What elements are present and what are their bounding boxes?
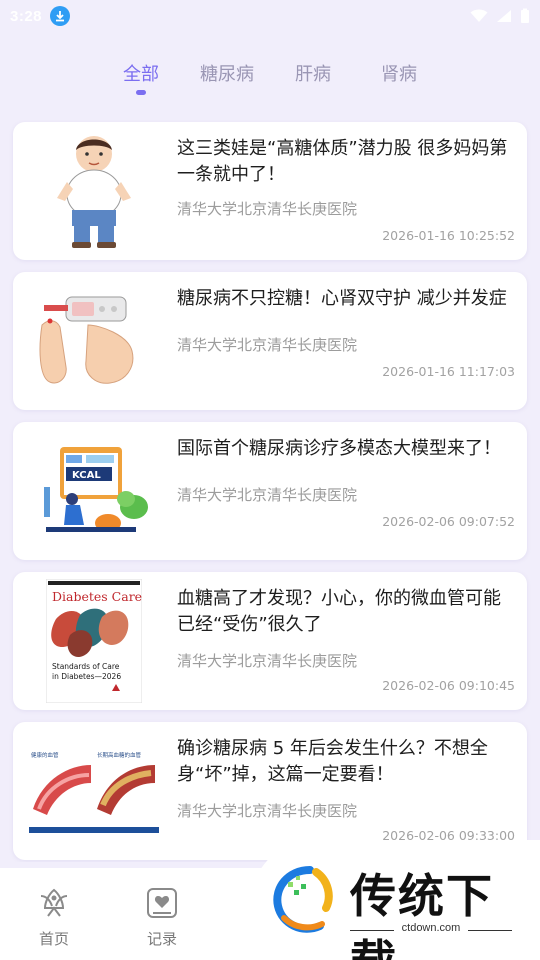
article-source: 清华大学北京清华长庚医院 [177,802,358,820]
tab-label: 肝病 [295,64,331,85]
article-time: 2026-02-06 09:10:45 [382,678,515,693]
tab-kidney-disease[interactable]: 肾病 [356,52,442,102]
article-title: 这三类娃是“高糖体质”潜力股 很多妈妈第一条就中了！ [177,138,508,185]
wifi-icon [470,9,488,22]
record-icon [147,888,177,918]
journal-cover-thumbnail: Diabetes Care Standards of Care in Diabe… [46,579,142,703]
nav-label: 首页 [38,930,69,948]
nav-label: 记录 [146,930,177,948]
status-bar: 3:28 [0,0,540,32]
article-source: 清华大学北京清华长庚医院 [177,200,358,218]
tab-liver-disease[interactable]: 肝病 [270,52,356,102]
category-tabs: 全部 糖尿病 肝病 肾病 [0,52,540,102]
article-card[interactable]: 这三类娃是“高糖体质”潜力股 很多妈妈第一条就中了！ 清华大学北京清华长庚医院 … [13,122,527,260]
article-title: 血糖高了才发现？小心，你的微血管可能已经“受伤”很久了 [177,588,501,635]
tab-active-indicator [136,90,146,95]
article-title: 国际首个糖尿病诊疗多模态大模型来了！ [177,438,501,459]
article-thumbnail [29,282,159,400]
chubby-child-illustration [57,136,131,248]
kcal-label: KCAL [72,470,101,481]
battery-icon [521,8,529,23]
article-title: 糖尿病不只控糖！心肾双守护 减少并发症 [177,288,507,309]
article-source: 清华大学北京清华长庚医院 [177,336,358,354]
article-thumbnail [29,132,159,250]
article-source: 清华大学北京清华长庚医院 [177,486,358,504]
tab-label: 全部 [123,64,159,85]
tab-label: 肾病 [381,64,417,85]
journal-subtitle-2: in Diabetes—2026 [52,672,121,681]
article-card[interactable]: 糖尿病不只控糖！心肾双守护 减少并发症 清华大学北京清华长庚医院 2026-01… [13,272,527,410]
article-title: 确诊糖尿病 5 年后会发生什么？不想全身“坏”掉，这篇一定要看！ [177,738,488,785]
article-card[interactable]: Diabetes Care Standards of Care in Diabe… [13,572,527,710]
article-time: 2026-01-16 11:17:03 [382,364,515,379]
glucose-meter-illustration [39,296,134,384]
damaged-vessel-label: 长期高血糖的血管 [97,751,142,759]
article-time: 2026-01-16 10:25:52 [382,228,515,243]
watermark-logo-icon [273,866,333,933]
watermark-url: ctdown.com [350,922,512,934]
kcal-diet-illustration: KCAL [44,447,148,532]
status-time: 3:28 [10,7,43,25]
article-card[interactable]: KCAL 国际首个糖尿病诊疗多模态大模型来了！ 清华大学北京清华长庚医院 202… [13,422,527,560]
article-thumbnail: 健康的血管 长期高血糖的血管 [29,732,159,850]
article-thumbnail: KCAL [29,432,159,550]
home-icon [40,888,68,917]
healthy-vessel-label: 健康的血管 [31,751,59,759]
tab-diabetes[interactable]: 糖尿病 [184,52,270,102]
tab-label: 糖尿病 [200,64,254,85]
article-source: 清华大学北京清华长庚医院 [177,652,358,670]
journal-subtitle-1: Standards of Care [52,662,120,671]
article-time: 2026-02-06 09:07:52 [382,514,515,529]
watermark-text: 传统下载 [350,869,494,960]
blood-vessel-comparison-illustration: 健康的血管 长期高血糖的血管 [29,749,159,833]
signal-icon [497,10,511,22]
article-thumbnail: Diabetes Care Standards of Care in Diabe… [29,579,159,703]
tab-all[interactable]: 全部 [98,52,184,102]
article-list: 这三类娃是“高糖体质”潜力股 很多妈妈第一条就中了！ 清华大学北京清华长庚医院 … [0,120,540,862]
journal-name: Diabetes Care [52,589,142,604]
download-icon [50,6,71,26]
nav-record[interactable]: 记录 [132,886,192,949]
nav-home[interactable]: 首页 [24,886,84,949]
